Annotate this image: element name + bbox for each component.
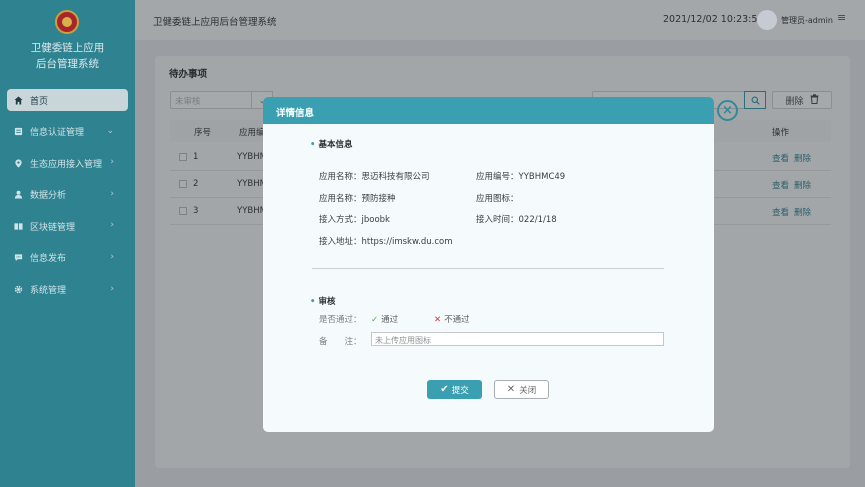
detail-modal: 详情信息 基本信息 应用名称：思迈科技有限公司 应用名称：预防接种 接入方式：j… — [263, 97, 714, 432]
sidebar-item-label: 系统管理 — [30, 286, 67, 297]
modal-close-icon[interactable]: × — [717, 100, 738, 121]
chevron-right-icon: › — [110, 251, 114, 262]
sidebar-item-label: 生态应用接入管理 — [30, 159, 103, 170]
field-app-code: 应用编号：YYBHMC49 — [476, 172, 566, 182]
brand-line-2: 后台管理系统 — [36, 58, 99, 70]
fail-option[interactable]: ✕ 不通过 — [434, 313, 470, 325]
message-icon — [14, 253, 23, 262]
brand-line-1: 卫健委链上应用 — [30, 42, 105, 54]
basic-info-section-title: 基本信息 — [310, 138, 352, 150]
sidebar-item-label: 信息发布 — [30, 254, 67, 265]
card-title: 待办事项 — [169, 69, 208, 80]
top-bar: 卫健委链上应用后台管理系统 2021/12/02 10:23:57 管理员-ad… — [135, 0, 865, 40]
brand-title: 卫健委链上应用 后台管理系统 — [0, 40, 135, 72]
remark-label: 备 注： — [319, 337, 362, 347]
delete-link[interactable]: 删除 — [794, 179, 811, 191]
id-card-icon — [14, 127, 23, 136]
chevron-right-icon: › — [110, 220, 114, 231]
hamburger-menu-icon[interactable]: ≡ — [837, 11, 846, 24]
chevron-right-icon: › — [110, 157, 114, 168]
cross-icon: ✕ — [434, 315, 442, 325]
field-access-time: 接入时间：022/1/18 — [476, 215, 557, 225]
filter-placeholder: 未审核 — [175, 97, 201, 107]
remark-input[interactable]: 未上传应用图标 — [371, 332, 664, 346]
field-access-url: 接入地址：https://imskw.du.com — [319, 237, 453, 247]
sidebar-item-label: 信息认证管理 — [30, 128, 85, 139]
row-index: 1 — [193, 152, 199, 162]
submit-button[interactable]: ✔ 提交 — [427, 380, 482, 399]
gear-icon — [14, 285, 23, 294]
field-app-name-company: 应用名称：思迈科技有限公司 — [319, 172, 430, 182]
field-access-method: 接入方式：jboobk — [319, 215, 390, 225]
modal-title: 详情信息 — [263, 97, 714, 124]
field-app-icon: 应用图标： — [476, 194, 519, 204]
section-divider — [312, 268, 664, 269]
delete-link[interactable]: 删除 — [794, 152, 811, 164]
sidebar-item-publish[interactable]: 信息发布 › — [7, 247, 128, 269]
pass-label: 是否通过： — [319, 315, 362, 325]
column-code-header: 应用编 — [239, 128, 265, 138]
row-checkbox[interactable] — [179, 207, 187, 215]
review-section-title: 审核 — [310, 295, 335, 307]
page-header-title: 卫健委链上应用后台管理系统 — [153, 17, 277, 28]
sidebar-item-label: 首页 — [30, 96, 49, 107]
close-icon: ✕ — [506, 384, 516, 395]
avatar[interactable] — [757, 10, 777, 30]
datetime-display: 2021/12/02 10:23:57 — [663, 14, 764, 25]
national-emblem-logo — [55, 10, 79, 34]
row-index: 3 — [193, 206, 199, 216]
location-icon — [14, 159, 23, 168]
sidebar-item-blockchain[interactable]: 区块链管理 › — [7, 215, 128, 237]
sidebar-item-data-analysis[interactable]: 数据分析 › — [7, 184, 128, 206]
chevron-down-icon: ⌄ — [106, 125, 114, 136]
view-link[interactable]: 查看 — [772, 179, 789, 191]
view-link[interactable]: 查看 — [772, 152, 789, 164]
submit-label: 提交 — [451, 385, 469, 396]
sidebar-nav: 首页 信息认证管理 ⌄ 生态应用接入管理 › 数据分析 › 区块链管理 › 信息… — [0, 89, 135, 310]
user-icon — [14, 190, 23, 199]
sidebar-item-label: 区块链管理 — [30, 222, 76, 233]
book-icon — [14, 222, 23, 231]
home-icon — [14, 95, 23, 105]
chevron-right-icon: › — [110, 188, 114, 199]
delete-button[interactable]: 删除 — [772, 91, 832, 109]
chevron-right-icon: › — [110, 283, 114, 294]
row-checkbox[interactable] — [179, 153, 187, 161]
close-label: 关闭 — [519, 385, 537, 396]
check-icon: ✓ — [371, 315, 379, 325]
trash-icon — [810, 93, 819, 107]
status-filter-select[interactable]: 未审核 ⌄ — [170, 91, 273, 109]
view-link[interactable]: 查看 — [772, 206, 789, 218]
sidebar-item-system[interactable]: 系统管理 › — [7, 279, 128, 301]
delete-link[interactable]: 删除 — [794, 206, 811, 218]
field-app-name: 应用名称：预防接种 — [319, 194, 396, 204]
pass-option-label: 通过 — [381, 315, 399, 325]
sidebar-item-label: 数据分析 — [30, 191, 67, 202]
pass-option[interactable]: ✓ 通过 — [371, 313, 398, 325]
search-icon[interactable] — [744, 91, 766, 109]
sidebar-item-info-auth[interactable]: 信息认证管理 ⌄ — [7, 121, 128, 143]
sidebar-item-home[interactable]: 首页 — [7, 89, 128, 111]
fail-option-label: 不通过 — [444, 315, 470, 325]
row-checkbox[interactable] — [179, 180, 187, 188]
column-ops-header: 操作 — [772, 128, 790, 138]
close-button[interactable]: ✕ 关闭 — [494, 380, 549, 399]
row-index: 2 — [193, 179, 199, 189]
column-index-header: 序号 — [194, 128, 212, 138]
user-name[interactable]: 管理员-admin — [781, 15, 833, 26]
delete-label: 删除 — [785, 96, 804, 107]
check-icon: ✔ — [440, 384, 449, 395]
sidebar-item-eco-app[interactable]: 生态应用接入管理 › — [7, 152, 128, 174]
sidebar: 卫健委链上应用 后台管理系统 首页 信息认证管理 ⌄ 生态应用接入管理 › 数据… — [0, 0, 135, 487]
